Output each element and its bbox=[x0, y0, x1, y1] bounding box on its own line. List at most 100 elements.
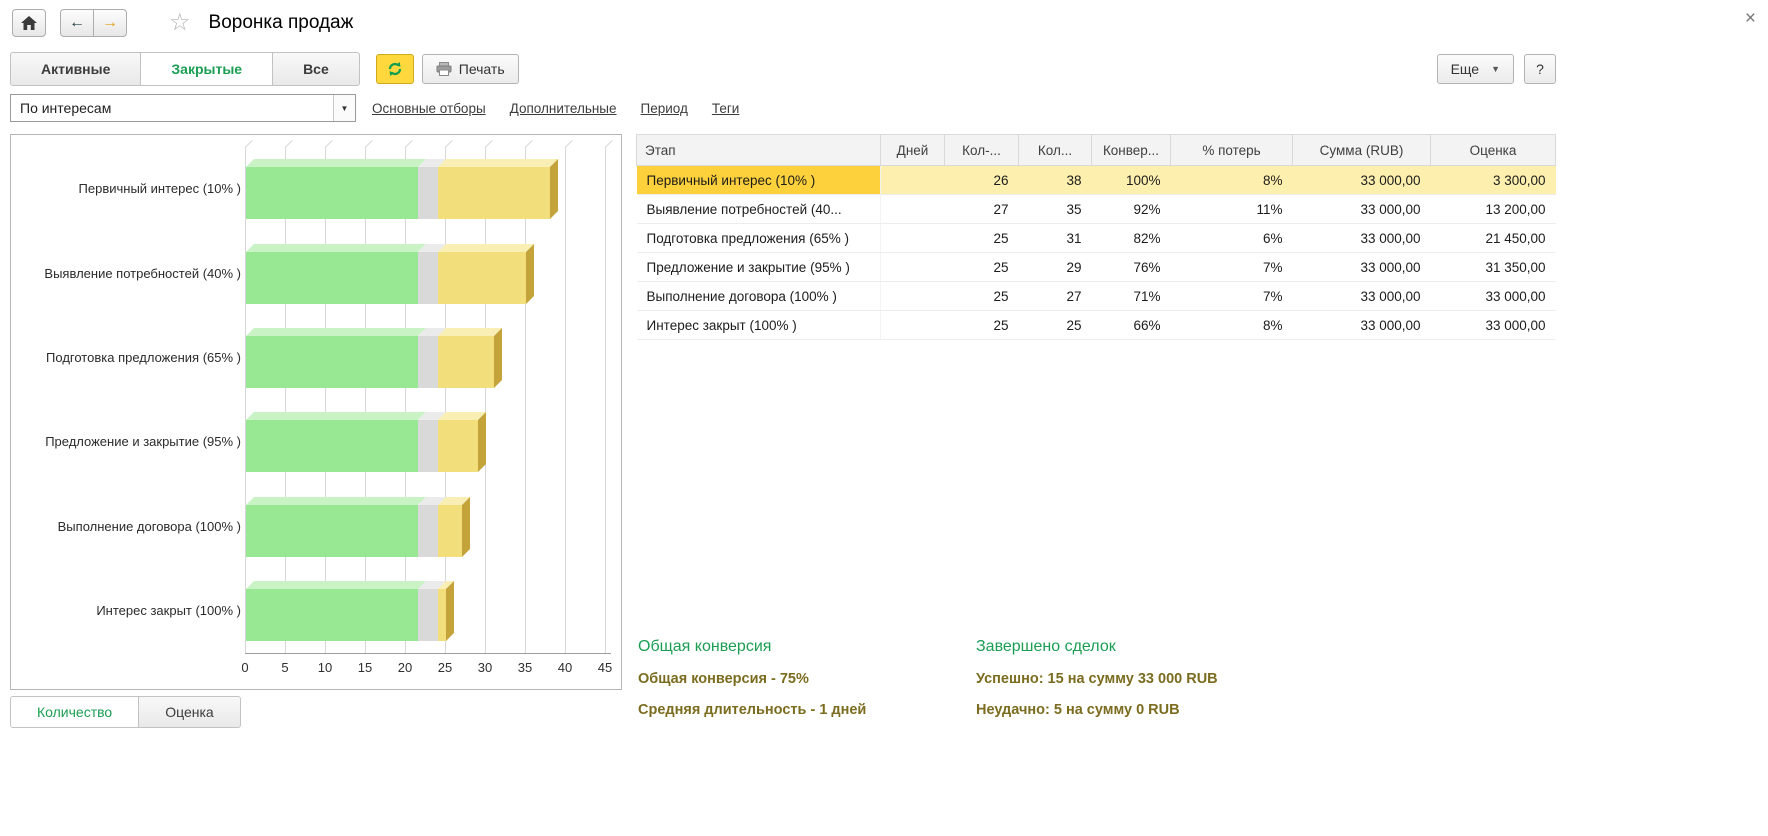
cell: 33 000,00 bbox=[1293, 282, 1431, 311]
bar-segment-transition bbox=[418, 252, 438, 304]
table-row[interactable]: Выполнение договора (100% )252771%7%33 0… bbox=[637, 282, 1556, 311]
cell: Выявление потребностей (40... bbox=[637, 195, 881, 224]
cell: 11% bbox=[1171, 195, 1293, 224]
more-label: Еще bbox=[1451, 61, 1480, 77]
cell: 33 000,00 bbox=[1431, 282, 1556, 311]
cell bbox=[881, 195, 945, 224]
bar-segment-remaining bbox=[438, 336, 494, 388]
tab-closed[interactable]: Закрытые bbox=[140, 52, 273, 86]
cell: 26 bbox=[945, 166, 1019, 195]
cell: 33 000,00 bbox=[1293, 253, 1431, 282]
cell: Первичный интерес (10% ) bbox=[637, 166, 881, 195]
tab-all[interactable]: Все bbox=[272, 52, 360, 86]
gridline bbox=[445, 147, 446, 653]
column-header-1[interactable]: Дней bbox=[881, 135, 945, 166]
cell bbox=[881, 224, 945, 253]
category-label: Выявление потребностей (40% ) bbox=[15, 266, 241, 281]
gridline bbox=[245, 147, 246, 653]
column-header-4[interactable]: Конвер... bbox=[1092, 135, 1171, 166]
funnel-bar[interactable] bbox=[246, 505, 462, 557]
combo-arrow-icon[interactable]: ▼ bbox=[333, 95, 355, 121]
bar-segment-transition bbox=[418, 167, 438, 219]
bar-segment-base bbox=[246, 420, 418, 472]
bar-segment-transition bbox=[418, 589, 438, 641]
bar-segment-base bbox=[246, 505, 418, 557]
table-header-row: ЭтапДнейКол-...Кол...Конвер...% потерьСу… bbox=[637, 135, 1556, 166]
main-area: 051015202530354045Первичный интерес (10%… bbox=[0, 132, 1768, 730]
bar-segment-remaining bbox=[438, 167, 550, 219]
cell: 25 bbox=[945, 282, 1019, 311]
favorite-star-icon[interactable]: ☆ bbox=[169, 11, 191, 35]
x-tick-label: 45 bbox=[590, 660, 620, 675]
cell: 33 000,00 bbox=[1293, 195, 1431, 224]
cell: 25 bbox=[945, 311, 1019, 340]
column-header-2[interactable]: Кол-... bbox=[945, 135, 1019, 166]
printer-icon bbox=[436, 62, 452, 76]
cell: Интерес закрыт (100% ) bbox=[637, 311, 881, 340]
funnel-bar[interactable] bbox=[246, 336, 494, 388]
cell: 33 000,00 bbox=[1293, 166, 1431, 195]
link-tags[interactable]: Теги bbox=[712, 101, 739, 116]
overall-conversion-title: Общая конверсия bbox=[638, 638, 976, 656]
link-period[interactable]: Период bbox=[641, 101, 688, 116]
forward-button[interactable]: → bbox=[93, 9, 127, 37]
column-header-6[interactable]: Сумма (RUB) bbox=[1293, 135, 1431, 166]
cell: 25 bbox=[945, 224, 1019, 253]
table-row[interactable]: Выявление потребностей (40...273592%11%3… bbox=[637, 195, 1556, 224]
gridline bbox=[565, 147, 566, 653]
link-main-filters[interactable]: Основные отборы bbox=[372, 101, 486, 116]
column-header-0[interactable]: Этап bbox=[637, 135, 881, 166]
cell: 25 bbox=[1019, 311, 1092, 340]
close-icon[interactable]: × bbox=[1745, 8, 1756, 30]
toggle-estimate[interactable]: Оценка bbox=[138, 696, 241, 728]
tab-active[interactable]: Активные bbox=[10, 52, 141, 86]
refresh-button[interactable] bbox=[376, 54, 414, 84]
cell: 33 000,00 bbox=[1431, 311, 1556, 340]
cell: 7% bbox=[1171, 282, 1293, 311]
stat-line: Успешно: 15 на сумму 33 000 RUB bbox=[976, 671, 1218, 687]
table-row[interactable]: Подготовка предложения (65% )253182%6%33… bbox=[637, 224, 1556, 253]
category-label: Предложение и закрытие (95% ) bbox=[15, 434, 241, 449]
view-mode-select[interactable]: По интересам ▼ bbox=[10, 94, 356, 122]
cell: 31 350,00 bbox=[1431, 253, 1556, 282]
bar-segment-remaining bbox=[438, 589, 446, 641]
table-row[interactable]: Интерес закрыт (100% )252566%8%33 000,00… bbox=[637, 311, 1556, 340]
gridline bbox=[325, 147, 326, 653]
bar-segment-remaining bbox=[438, 420, 478, 472]
cell: 71% bbox=[1092, 282, 1171, 311]
link-additional-filters[interactable]: Дополнительные bbox=[510, 101, 617, 116]
overall-conversion-lines: Общая конверсия - 75%Средняя длительност… bbox=[638, 671, 976, 718]
cell: 13 200,00 bbox=[1431, 195, 1556, 224]
cell: 66% bbox=[1092, 311, 1171, 340]
gridline bbox=[365, 147, 366, 653]
help-button[interactable]: ? bbox=[1524, 54, 1556, 84]
chart-column: 051015202530354045Первичный интерес (10%… bbox=[10, 134, 622, 728]
x-tick-label: 35 bbox=[510, 660, 540, 675]
bar-segment-remaining bbox=[438, 505, 462, 557]
column-header-3[interactable]: Кол... bbox=[1019, 135, 1092, 166]
table-row[interactable]: Предложение и закрытие (95% )252976%7%33… bbox=[637, 253, 1556, 282]
column-header-7[interactable]: Оценка bbox=[1431, 135, 1556, 166]
x-tick-label: 10 bbox=[310, 660, 340, 675]
page-title: Воронка продаж bbox=[209, 12, 354, 34]
category-label: Подготовка предложения (65% ) bbox=[15, 350, 241, 365]
summary-stats: Общая конверсия Общая конверсия - 75%Сре… bbox=[636, 638, 1768, 730]
funnel-bar[interactable] bbox=[246, 420, 478, 472]
chevron-down-icon: ▼ bbox=[1491, 64, 1500, 74]
print-button[interactable]: Печать bbox=[422, 54, 519, 84]
home-button[interactable] bbox=[12, 9, 46, 37]
right-column: ЭтапДнейКол-...Кол...Конвер...% потерьСу… bbox=[636, 134, 1768, 730]
toggle-quantity[interactable]: Количество bbox=[10, 696, 139, 728]
column-header-5[interactable]: % потерь bbox=[1171, 135, 1293, 166]
completed-deals-block: Завершено сделок Успешно: 15 на сумму 33… bbox=[976, 638, 1218, 718]
stat-line: Неудачно: 5 на сумму 0 RUB bbox=[976, 702, 1218, 718]
more-button[interactable]: Еще ▼ bbox=[1437, 54, 1514, 84]
funnel-bar[interactable] bbox=[246, 252, 526, 304]
cell: 33 000,00 bbox=[1293, 224, 1431, 253]
table-row[interactable]: Первичный интерес (10% )2638100%8%33 000… bbox=[637, 166, 1556, 195]
funnel-bar[interactable] bbox=[246, 167, 550, 219]
funnel-bar[interactable] bbox=[246, 589, 446, 641]
bar-segment-transition bbox=[418, 336, 438, 388]
cell bbox=[881, 166, 945, 195]
back-button[interactable]: ← bbox=[60, 9, 94, 37]
